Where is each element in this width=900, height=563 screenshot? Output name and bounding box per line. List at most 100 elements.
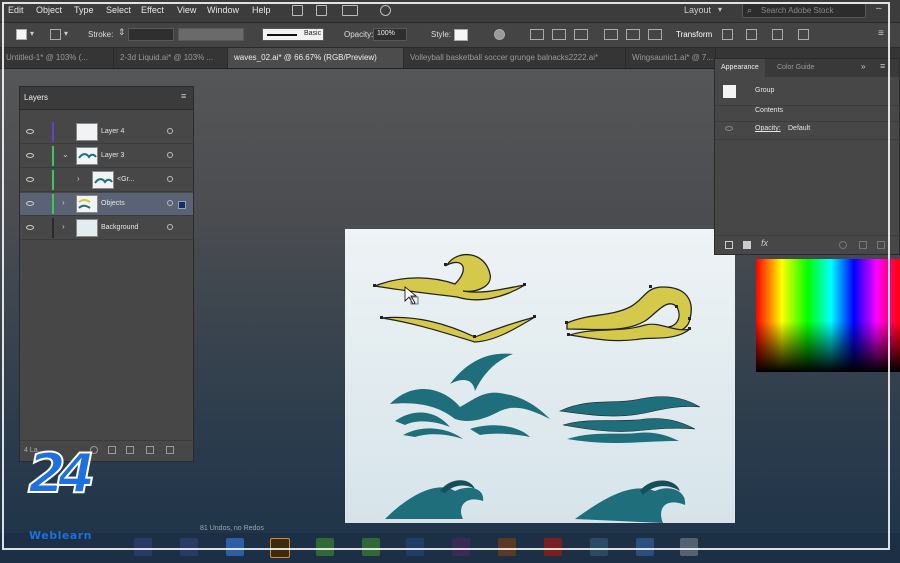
add-stroke-icon[interactable] <box>725 241 733 249</box>
arrange-documents-icon[interactable] <box>342 5 358 16</box>
taskbar-acrobat-icon[interactable] <box>544 538 562 556</box>
tab-untitled[interactable]: Untitled-1* @ 103% (... <box>0 48 114 68</box>
style-swatch[interactable] <box>454 29 468 41</box>
artboard[interactable] <box>345 229 735 523</box>
chevron-right-icon[interactable]: › <box>62 222 65 231</box>
eye-icon[interactable] <box>26 177 34 182</box>
layer-row-group[interactable]: › <Gr... <box>20 169 193 192</box>
align-middle-icon[interactable] <box>626 29 640 40</box>
menu-view[interactable]: View <box>177 5 196 15</box>
new-layer-icon[interactable] <box>146 446 154 454</box>
search-input[interactable]: ⌕ Search Adobe Stock <box>742 3 866 18</box>
eye-icon[interactable] <box>26 225 34 230</box>
layers-tab[interactable]: Layers <box>24 93 48 102</box>
variable-width-field[interactable] <box>178 28 244 41</box>
recolor-icon[interactable] <box>772 29 783 40</box>
taskbar-app-icon[interactable] <box>636 538 654 556</box>
opacity-field[interactable]: 100% <box>373 28 407 41</box>
tab-color-guide[interactable]: Color Guide <box>771 59 820 77</box>
target-icon[interactable] <box>167 200 173 206</box>
layer-row-background[interactable]: › Background <box>20 217 193 240</box>
taskbar-word-icon[interactable] <box>226 538 244 556</box>
align-right-icon[interactable] <box>574 29 588 40</box>
tab-volleyball[interactable]: Volleyball basketball soccer grunge baln… <box>404 48 626 68</box>
menu-window[interactable]: Window <box>207 5 239 15</box>
layer-name[interactable]: Layer 3 <box>101 152 124 159</box>
tab-wingsaunic[interactable]: Wingsaunic1.ai* @ 7... <box>626 48 716 68</box>
chevron-down-icon[interactable]: ▾ <box>718 5 722 14</box>
taskbar-app-icon[interactable] <box>680 538 698 556</box>
layer-row-layer-4[interactable]: Layer 4 <box>20 121 193 144</box>
chevron-down-icon[interactable]: ⌄ <box>62 150 69 159</box>
taskbar-app-icon[interactable] <box>316 538 334 556</box>
layer-row-objects[interactable]: › Objects <box>20 193 193 216</box>
taskbar-app-icon[interactable] <box>134 538 152 556</box>
menu-object[interactable]: Object <box>36 5 62 15</box>
layer-row-layer-3[interactable]: ⌄ Layer 3 <box>20 145 193 168</box>
delete-icon[interactable] <box>166 446 174 454</box>
add-effect-icon[interactable]: fx <box>761 238 768 248</box>
artwork[interactable] <box>345 229 735 523</box>
taskbar-app-icon[interactable] <box>406 538 424 556</box>
eye-icon[interactable] <box>26 201 34 206</box>
taskbar-illustrator-icon[interactable] <box>270 538 290 558</box>
layer-name[interactable]: Objects <box>101 200 125 207</box>
color-spectrum-picker[interactable] <box>756 259 900 372</box>
menu-type[interactable]: Type <box>74 5 94 15</box>
chevron-down-icon[interactable]: ▾ <box>30 29 34 38</box>
panel-menu-icon[interactable]: ≡ <box>181 91 186 101</box>
transform-link[interactable]: Transform <box>676 30 712 39</box>
eye-icon[interactable] <box>725 126 733 131</box>
stock-icon[interactable] <box>316 5 327 16</box>
layer-name[interactable]: Layer 4 <box>101 128 124 135</box>
make-clipping-mask-icon[interactable] <box>108 446 116 454</box>
chevron-right-icon[interactable]: › <box>77 174 80 183</box>
tab-3d-liquid[interactable]: 2-3d Liquid.ai* @ 103% ... <box>114 48 228 68</box>
target-icon[interactable] <box>167 152 173 158</box>
taskbar-app-icon[interactable] <box>590 538 608 556</box>
add-fill-icon[interactable] <box>743 241 751 249</box>
new-sublayer-icon[interactable] <box>126 446 134 454</box>
collapse-icon[interactable]: » <box>861 62 865 71</box>
menu-help[interactable]: Help <box>252 5 271 15</box>
minimize-icon[interactable]: – <box>876 3 882 14</box>
panel-menu-icon[interactable]: ≡ <box>880 61 885 71</box>
layer-name[interactable]: Background <box>101 224 138 231</box>
stroke-weight-field[interactable] <box>128 28 174 41</box>
layer-name[interactable]: <Gr... <box>117 176 134 183</box>
target-icon[interactable] <box>167 176 173 182</box>
transform-icon[interactable] <box>722 29 733 40</box>
opacity-link[interactable]: Opacity: <box>755 125 781 132</box>
align-bottom-icon[interactable] <box>648 29 662 40</box>
gpu-performance-icon[interactable] <box>380 5 391 16</box>
target-icon[interactable] <box>167 128 173 134</box>
recolor-artwork-icon[interactable] <box>494 29 505 40</box>
taskbar-app-icon[interactable] <box>180 538 198 556</box>
eye-icon[interactable] <box>26 129 34 134</box>
eye-icon[interactable] <box>26 153 34 158</box>
workspace-switcher[interactable]: Layout <box>684 5 711 15</box>
fill-swatch[interactable] <box>16 29 27 40</box>
appearance-opacity-row[interactable]: Opacity: Default <box>715 121 899 140</box>
tab-waves[interactable]: waves_02.ai* @ 66.67% (RGB/Preview) <box>228 48 404 68</box>
clear-appearance-icon[interactable] <box>839 241 847 249</box>
menu-select[interactable]: Select <box>106 5 131 15</box>
brush-definition-field[interactable]: Basic <box>262 28 324 41</box>
taskbar-app-icon[interactable] <box>498 538 516 556</box>
appearance-contents-row[interactable]: Contents <box>715 103 899 122</box>
stepper-icon[interactable]: ⇕ <box>118 27 126 38</box>
target-icon[interactable] <box>167 224 173 230</box>
delete-icon[interactable] <box>877 241 885 249</box>
tab-appearance[interactable]: Appearance <box>715 59 765 77</box>
align-left-icon[interactable] <box>530 29 544 40</box>
image-trace-icon[interactable] <box>798 29 809 40</box>
bridge-icon[interactable] <box>292 5 303 16</box>
taskbar-app-icon[interactable] <box>362 538 380 556</box>
taskbar-app-icon[interactable] <box>452 538 470 556</box>
chevron-right-icon[interactable]: › <box>62 198 65 207</box>
selection-indicator[interactable] <box>178 201 186 209</box>
align-center-icon[interactable] <box>552 29 566 40</box>
align-top-icon[interactable] <box>604 29 618 40</box>
duplicate-item-icon[interactable] <box>859 241 867 249</box>
chevron-down-icon[interactable]: ▾ <box>64 29 68 38</box>
